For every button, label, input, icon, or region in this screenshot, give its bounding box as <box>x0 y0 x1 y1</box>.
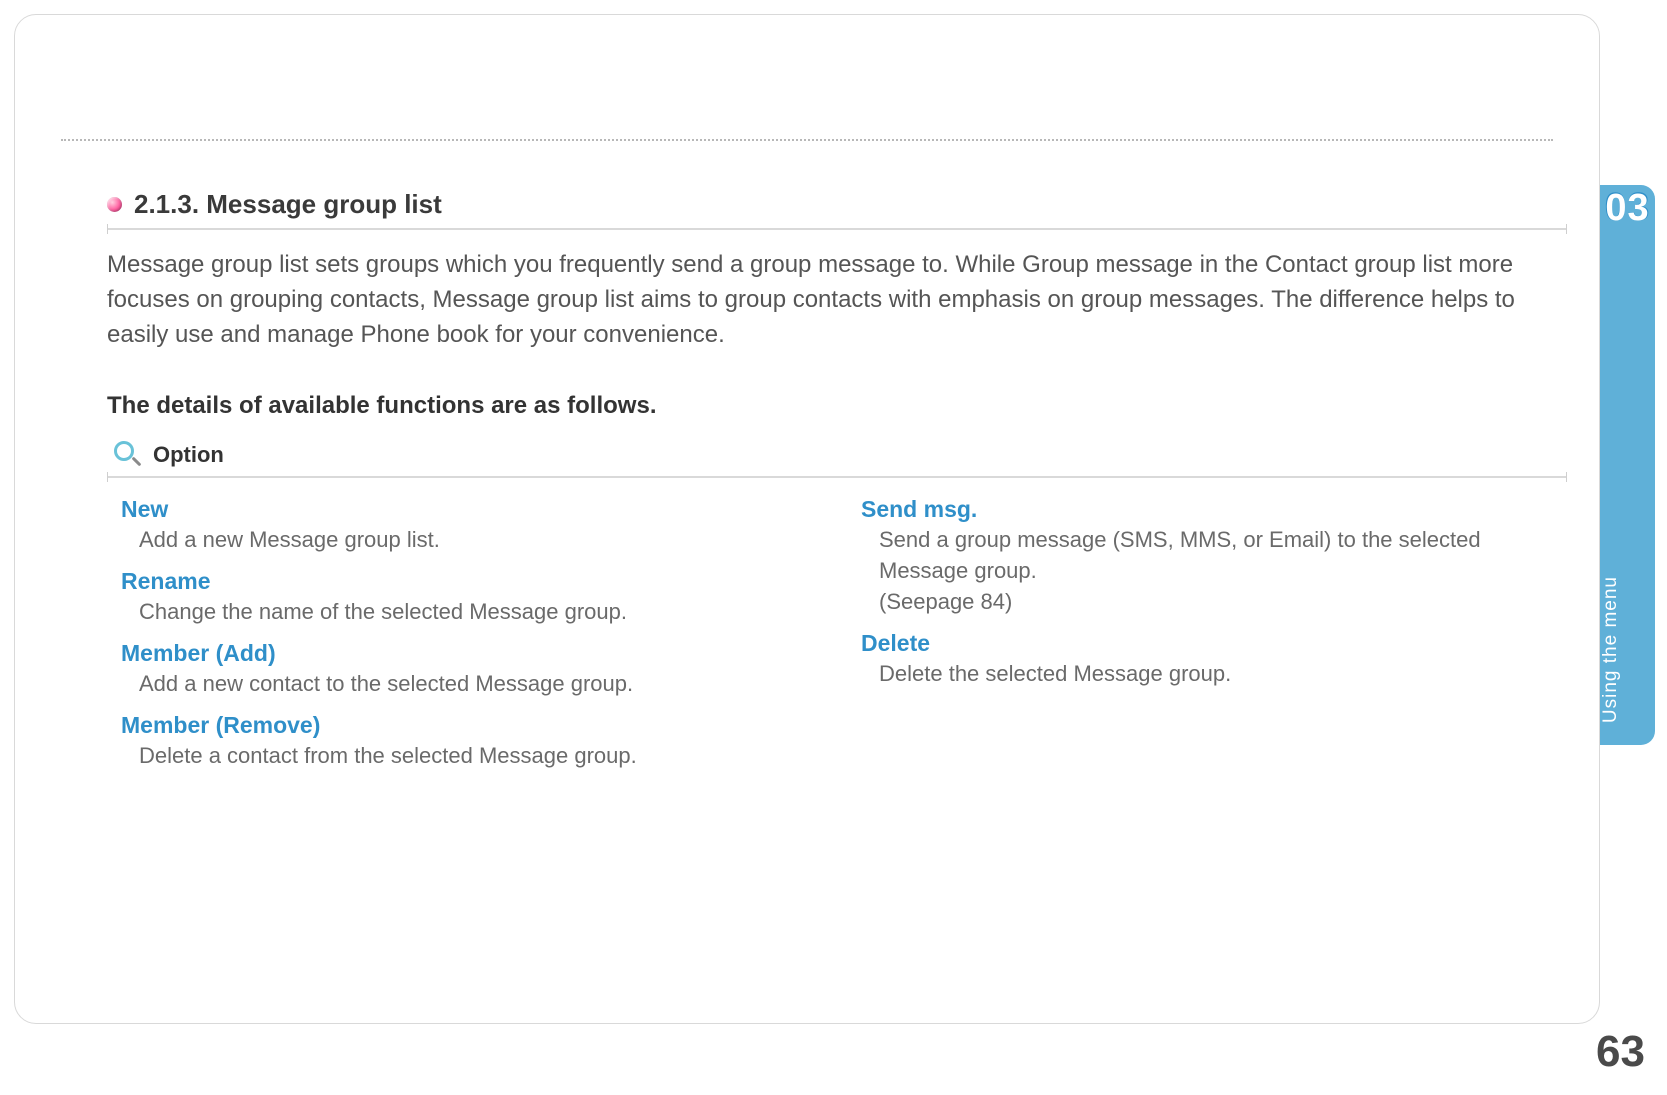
option-label: Option <box>153 442 224 468</box>
option-item: Member (Add) Add a new contact to the se… <box>121 640 827 700</box>
option-item: Delete Delete the selected Message group… <box>861 630 1567 690</box>
option-desc: Delete the selected Message group. <box>861 659 1567 690</box>
bullet-icon <box>107 197 122 212</box>
option-rule <box>107 476 1567 478</box>
option-columns: New Add a new Message group list. Rename… <box>107 496 1567 783</box>
option-header: Option <box>107 440 1567 470</box>
content-area: 2.1.3. Message group list Message group … <box>107 189 1567 784</box>
option-item: New Add a new Message group list. <box>121 496 827 556</box>
side-tab-label: Using the menu <box>1600 576 1655 723</box>
option-desc: Add a new Message group list. <box>121 525 827 556</box>
page-frame: 2.1.3. Message group list Message group … <box>14 14 1600 1024</box>
option-desc: Change the name of the selected Message … <box>121 597 827 628</box>
page-number: 63 <box>1596 1027 1645 1077</box>
option-desc: Delete a contact from the selected Messa… <box>121 741 827 772</box>
option-item: Rename Change the name of the selected M… <box>121 568 827 628</box>
option-item: Send msg. Send a group message (SMS, MMS… <box>861 496 1567 617</box>
intro-paragraph: Message group list sets groups which you… <box>107 248 1567 352</box>
section-heading: 2.1.3. Message group list <box>107 189 1567 220</box>
functions-subhead: The details of available functions are a… <box>107 392 1567 420</box>
manual-page: 2.1.3. Message group list Message group … <box>0 0 1667 1095</box>
option-title: Send msg. <box>861 496 1567 523</box>
option-title: New <box>121 496 827 523</box>
chapter-number: 03 <box>1600 187 1655 230</box>
option-column-right: Send msg. Send a group message (SMS, MMS… <box>857 496 1567 783</box>
option-title: Delete <box>861 630 1567 657</box>
option-item: Member (Remove) Delete a contact from th… <box>121 712 827 772</box>
option-column-left: New Add a new Message group list. Rename… <box>107 496 827 783</box>
section-title: 2.1.3. Message group list <box>134 189 442 220</box>
magnifier-icon <box>113 440 143 470</box>
option-title: Rename <box>121 568 827 595</box>
option-desc: Send a group message (SMS, MMS, or Email… <box>861 525 1567 617</box>
heading-rule <box>107 228 1567 230</box>
option-desc: Add a new contact to the selected Messag… <box>121 669 827 700</box>
dotted-separator <box>61 139 1553 141</box>
option-title: Member (Remove) <box>121 712 827 739</box>
option-title: Member (Add) <box>121 640 827 667</box>
side-tab: 03 03 Using the menu <box>1600 185 1655 745</box>
